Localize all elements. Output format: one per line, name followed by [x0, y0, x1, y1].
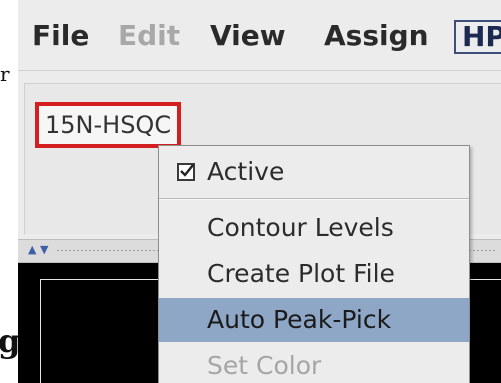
menu-assign[interactable]: Assign [324, 18, 429, 54]
menu-item-set-color-label: Set Color [207, 351, 322, 380]
menu-item-contour-levels-label: Contour Levels [207, 213, 394, 242]
triangle-up-icon[interactable]: ▲ [28, 244, 36, 255]
menu-bar: File Edit View Assign HP [18, 0, 501, 71]
menu-item-create-plot-file[interactable]: Create Plot File [159, 252, 469, 296]
app-window: File Edit View Assign HP 15N-HSQC ▲ ▼ Ac… [18, 0, 501, 383]
document-text-fragment-top: r [0, 62, 10, 86]
spectrum-context-menu: Active Contour Levels Create Plot File A… [158, 145, 470, 383]
menu-item-active[interactable]: Active [159, 150, 469, 194]
menu-item-contour-levels[interactable]: Contour Levels [159, 206, 469, 250]
menu-item-auto-peak-pick-label: Auto Peak-Pick [207, 305, 392, 334]
menu-separator [159, 198, 469, 200]
menu-view[interactable]: View [210, 18, 286, 54]
menu-item-active-label: Active [207, 157, 285, 186]
menu-item-set-color: Set Color [159, 344, 469, 383]
checkbox-checked-icon[interactable] [177, 163, 195, 181]
menu-file[interactable]: File [32, 18, 89, 54]
menu-hp[interactable]: HP [454, 20, 501, 54]
document-text-fragment-bottom: g [0, 325, 20, 360]
spectrum-tab-15n-hsqc[interactable]: 15N-HSQC [35, 102, 182, 148]
page: r g File Edit View Assign HP 15N-HSQC ▲ … [0, 0, 501, 383]
menu-edit: Edit [118, 19, 181, 52]
triangle-down-icon[interactable]: ▼ [40, 244, 48, 255]
menu-item-auto-peak-pick[interactable]: Auto Peak-Pick [159, 298, 469, 342]
document-text-fragment: r [0, 62, 12, 102]
menu-item-create-plot-file-label: Create Plot File [207, 259, 395, 288]
document-text-fragment: g [0, 325, 20, 365]
